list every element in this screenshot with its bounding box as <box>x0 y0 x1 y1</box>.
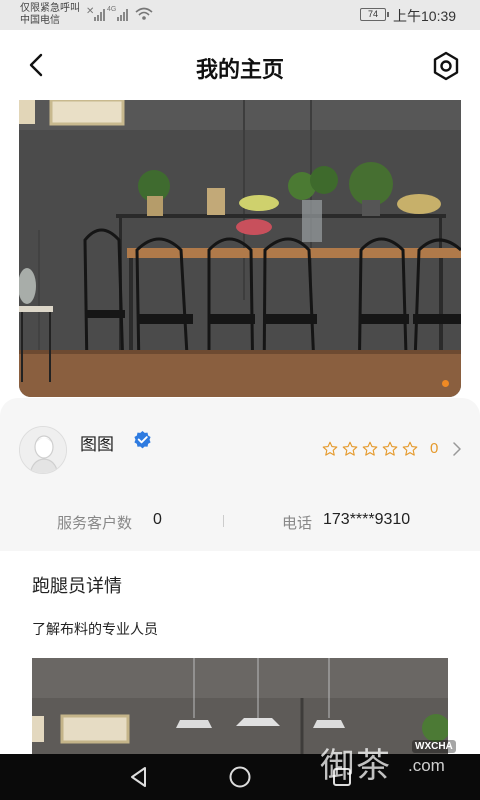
runner-description: 了解布料的专业人员 <box>32 621 158 637</box>
watermark-suffix: .com <box>408 756 445 775</box>
settings-icon[interactable] <box>430 50 462 82</box>
signal-icon-1 <box>94 9 105 21</box>
phone-label: 电话 <box>282 515 313 532</box>
customers-served-label: 服务客户数 <box>57 515 133 532</box>
phone-value[interactable]: 173****9310 <box>323 511 410 529</box>
verified-badge-icon <box>134 430 151 449</box>
default-avatar-icon <box>20 427 66 473</box>
banner-carousel[interactable] <box>19 100 461 397</box>
dining-room-image <box>19 100 461 397</box>
chevron-right-icon[interactable] <box>452 442 462 456</box>
carrier-line-1: 仅限紧急呼叫 <box>20 3 80 14</box>
profile-summary: 图图 0 服务客户数 0 电话 173****9310 <box>0 398 480 551</box>
rating-stars <box>322 441 418 457</box>
watermark-text: 御茶 <box>320 746 392 786</box>
star-icon <box>402 441 418 456</box>
carousel-dot-active[interactable] <box>442 380 449 387</box>
status-bar: 仅限紧急呼叫 中国电信 ✕ 4G 74 上午10:39 <box>0 0 480 30</box>
star-icon <box>362 441 378 456</box>
watermark-tag: WXCHA <box>412 740 456 753</box>
customers-served-value: 0 <box>153 511 162 528</box>
page-title: 我的主页 <box>195 57 284 82</box>
stats-divider <box>223 515 224 527</box>
user-name: 图图 <box>80 435 114 454</box>
status-time: 上午10:39 <box>393 8 457 24</box>
star-icon <box>322 441 338 456</box>
rating-value: 0 <box>430 440 439 457</box>
runner-details-title: 跑腿员详情 <box>32 576 122 596</box>
app-header: 我的主页 <box>0 30 480 100</box>
network-type-label: 4G <box>107 6 117 13</box>
carrier-line-2: 中国电信 <box>20 15 60 26</box>
wifi-icon <box>135 7 153 20</box>
star-icon <box>382 441 398 456</box>
star-icon <box>342 441 358 456</box>
signal-icon-2 <box>117 9 128 21</box>
profile-card: 图图 0 服务客户数 0 电话 173****9310 跑腿员详情 了解布料的专… <box>0 398 480 800</box>
nav-home-icon[interactable] <box>227 764 253 790</box>
avatar[interactable] <box>19 426 67 474</box>
battery-indicator: 74 <box>360 8 389 21</box>
carrier-info: 仅限紧急呼叫 中国电信 <box>20 3 80 27</box>
nav-back-icon[interactable] <box>126 764 152 790</box>
